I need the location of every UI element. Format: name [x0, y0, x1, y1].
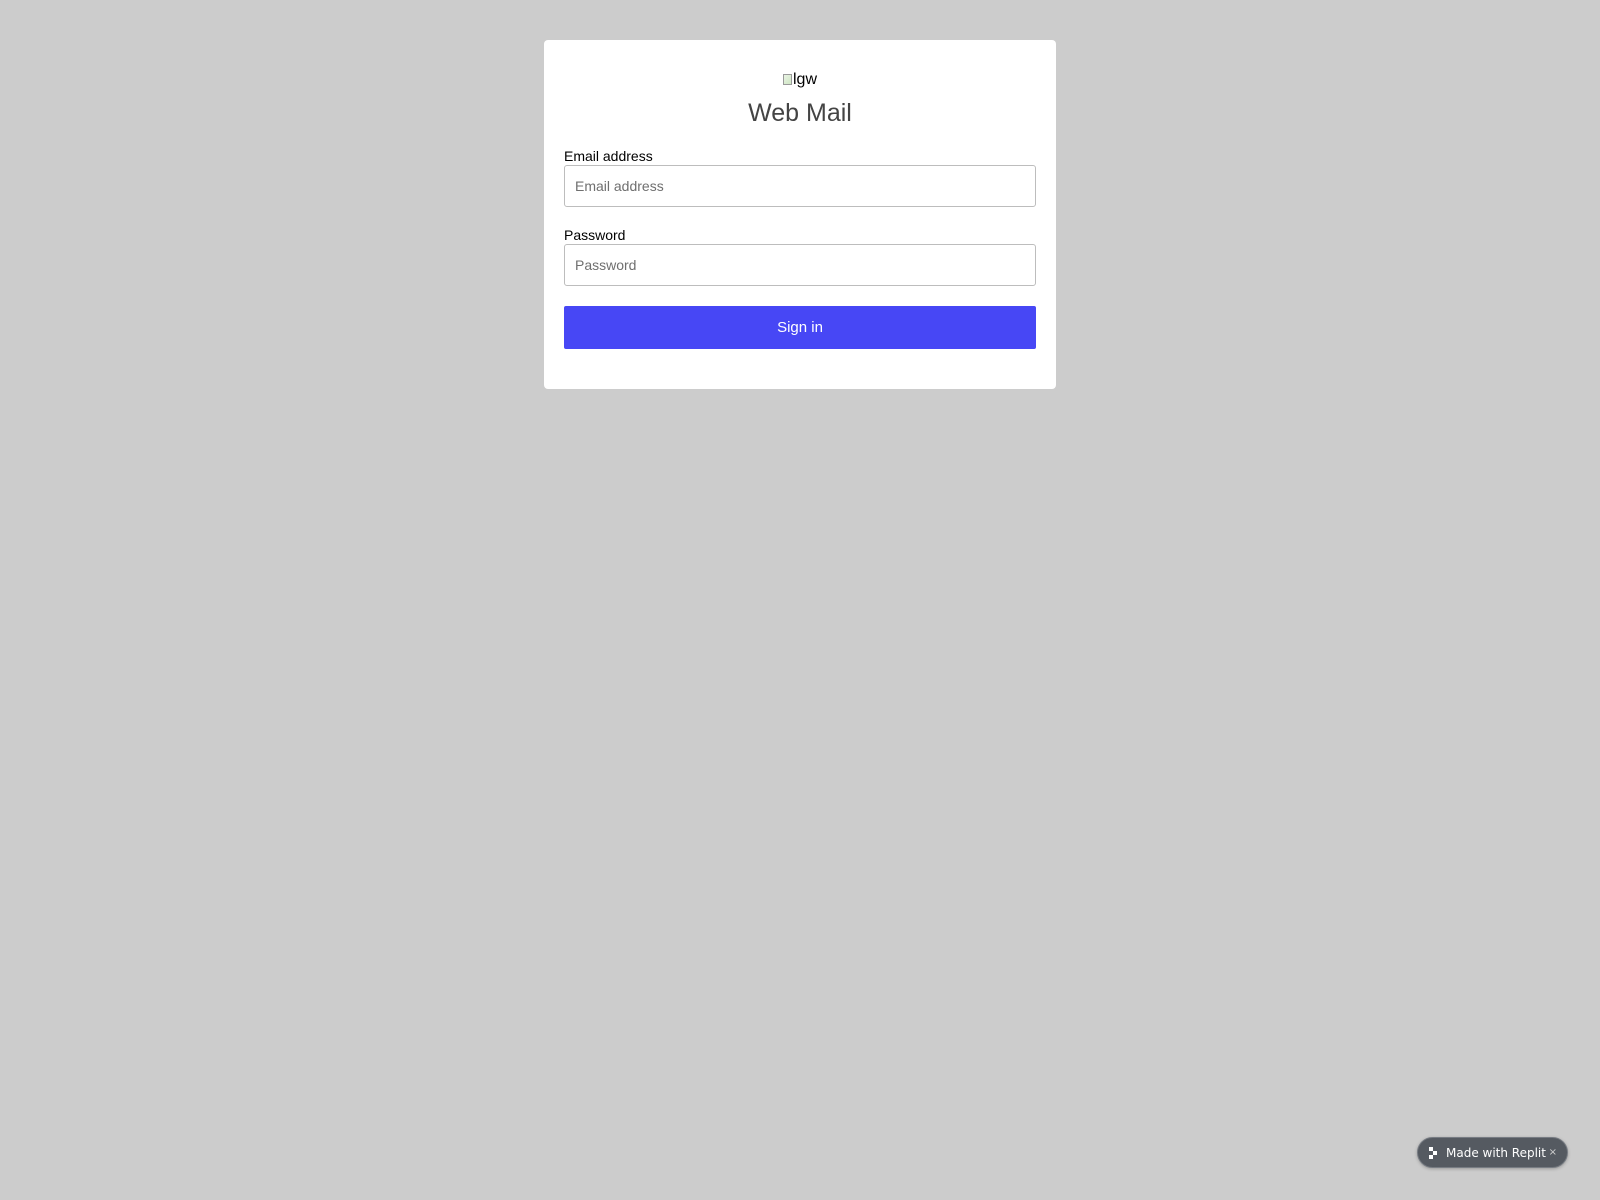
page-title: Web Mail [748, 99, 852, 127]
replit-logo-icon [1429, 1146, 1439, 1159]
logo-alt-text: lgw [792, 71, 817, 88]
email-input[interactable] [564, 165, 1036, 207]
password-input[interactable] [564, 244, 1036, 286]
close-icon[interactable]: × [1549, 1147, 1557, 1158]
logo: lgw [564, 70, 1036, 90]
sign-in-button[interactable]: Sign in [564, 306, 1036, 349]
broken-image-icon [782, 74, 792, 85]
badge-text: Made with Replit [1446, 1145, 1546, 1160]
email-label: Email address [564, 148, 653, 164]
login-card: lgw Web Mail Email address Password Sign… [544, 40, 1056, 389]
made-with-replit-badge[interactable]: Made with Replit × [1417, 1137, 1568, 1168]
password-label: Password [564, 227, 626, 243]
